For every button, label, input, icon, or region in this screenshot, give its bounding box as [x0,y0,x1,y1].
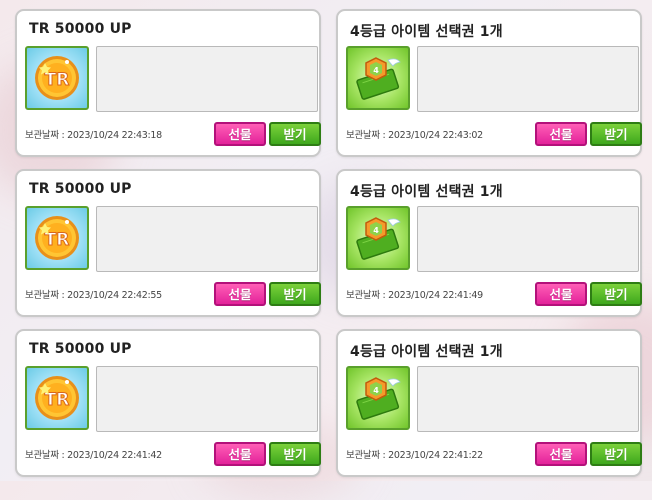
stored-date-value: 2023/10/24 22:43:18 [67,130,162,141]
stored-date-label: 보관날짜 : [346,130,386,141]
stored-date-value: 2023/10/24 22:42:55 [67,290,162,301]
stored-date: 보관날짜 : 2023/10/24 22:43:18 [25,127,162,141]
item-title: TR 50000 UP [29,181,132,197]
gift-button[interactable]: 선물 [214,282,266,306]
stored-date-value: 2023/10/24 22:43:02 [388,130,483,141]
stored-date-label: 보관날짜 : [346,290,386,301]
storage-item-card: TR 50000 UP TR 보관날짜 : 2023/10/24 22:42:5… [15,169,321,317]
item-title: TR 50000 UP [29,21,132,37]
item-title: 4등급 아이템 선택권 1개 [350,24,503,40]
stored-date: 보관날짜 : 2023/10/24 22:41:22 [346,447,483,461]
storage-item-card: 4등급 아이템 선택권 1개 4 보관날짜 : 2023/10/24 22:41… [336,329,642,477]
gift-button[interactable]: 선물 [535,122,587,146]
tr-coin-icon: TR [25,46,89,110]
item-ticket-icon: 4 [346,46,410,110]
stored-date-label: 보관날짜 : [346,450,386,461]
receive-button[interactable]: 받기 [590,442,642,466]
gift-button[interactable]: 선물 [535,442,587,466]
message-box [417,46,639,112]
receive-button[interactable]: 받기 [269,282,321,306]
storage-item-card: TR 50000 UP TR 보관날짜 : 2023/10/24 22:43:1… [15,9,321,157]
stored-date: 보관날짜 : 2023/10/24 22:41:42 [25,447,162,461]
item-ticket-icon: 4 [346,206,410,270]
item-title: 4등급 아이템 선택권 1개 [350,184,503,200]
gift-button[interactable]: 선물 [214,122,266,146]
item-title: 4등급 아이템 선택권 1개 [350,344,503,360]
receive-button[interactable]: 받기 [590,282,642,306]
item-title: TR 50000 UP [29,341,132,357]
receive-button[interactable]: 받기 [269,122,321,146]
storage-item-card: 4등급 아이템 선택권 1개 4 보관날짜 : 2023/10/24 22:43… [336,9,642,157]
stored-date-value: 2023/10/24 22:41:42 [67,450,162,461]
message-box [417,206,639,272]
stored-date-label: 보관날짜 : [25,450,65,461]
stored-date: 보관날짜 : 2023/10/24 22:43:02 [346,127,483,141]
message-box [96,366,318,432]
item-ticket-icon: 4 [346,366,410,430]
storage-item-card: 4등급 아이템 선택권 1개 4 보관날짜 : 2023/10/24 22:41… [336,169,642,317]
stored-date: 보관날짜 : 2023/10/24 22:41:49 [346,287,483,301]
message-box [417,366,639,432]
gift-storage-grid: TR 50000 UP TR 보관날짜 : 2023/10/24 22:43:1… [0,0,652,481]
stored-date-label: 보관날짜 : [25,290,65,301]
svg-text:4: 4 [373,66,379,75]
svg-text:4: 4 [373,226,379,235]
gift-button[interactable]: 선물 [214,442,266,466]
stored-date-value: 2023/10/24 22:41:49 [388,290,483,301]
storage-item-card: TR 50000 UP TR 보관날짜 : 2023/10/24 22:41:4… [15,329,321,477]
receive-button[interactable]: 받기 [590,122,642,146]
stored-date: 보관날짜 : 2023/10/24 22:42:55 [25,287,162,301]
tr-coin-icon: TR [25,206,89,270]
stored-date-label: 보관날짜 : [25,130,65,141]
stored-date-value: 2023/10/24 22:41:22 [388,450,483,461]
receive-button[interactable]: 받기 [269,442,321,466]
tr-coin-icon: TR [25,366,89,430]
message-box [96,46,318,112]
svg-text:4: 4 [373,386,379,395]
gift-button[interactable]: 선물 [535,282,587,306]
message-box [96,206,318,272]
